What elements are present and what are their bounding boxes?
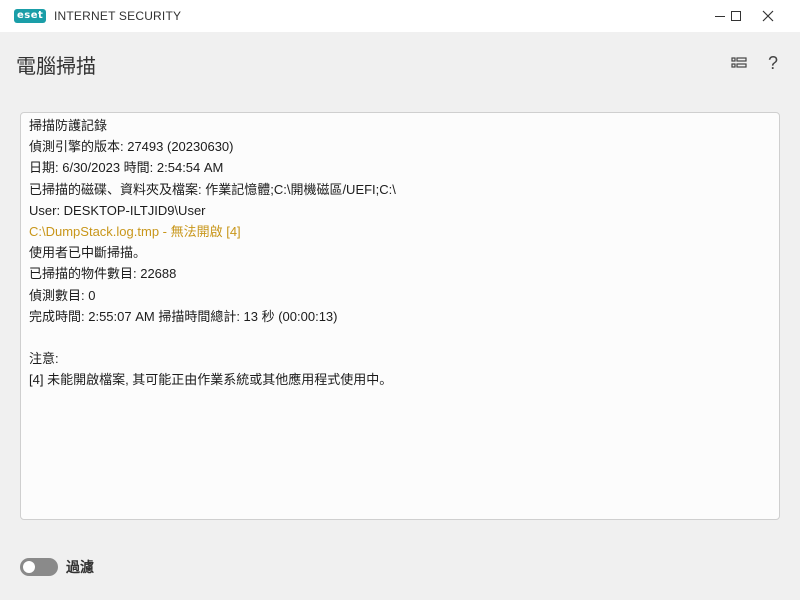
log-line: 注意: (29, 351, 59, 367)
close-button[interactable] (752, 0, 784, 32)
page-title: 電腦掃描 (16, 56, 96, 78)
layout-toggle-button[interactable] (728, 52, 750, 74)
help-icon: ? (767, 52, 778, 73)
filter-toggle[interactable] (20, 558, 58, 576)
toggle-knob (23, 561, 35, 573)
app-title: INTERNET SECURITY (54, 9, 182, 23)
log-line: 完成時間: 2:55:07 AM 掃描時間總計: 13 秒 (00:00:13) (29, 308, 338, 324)
log-line-warning: C:\DumpStack.log.tmp - 無法開啟 [4] (29, 223, 241, 239)
scan-log-panel[interactable]: 掃描防護記錄偵測引擎的版本: 27493 (20230630) 日期: 6/30/… (20, 112, 780, 520)
log-line: 偵測引擎的版本: 27493 (20230630) (29, 139, 234, 155)
log-line: 掃描防護記錄 (29, 118, 108, 133)
maximize-button[interactable] (720, 0, 752, 32)
log-line: 偵測數目: 0 (29, 287, 96, 303)
list-layout-icon (731, 57, 747, 68)
log-line: 使用者已中斷掃描。 (29, 245, 147, 261)
title-bar: eset INTERNET SECURITY (0, 0, 800, 32)
log-line: 已掃描的物件數目: 22688 (29, 266, 177, 282)
log-line: 已掃描的磁碟、資料夾及檔案: 作業記憶體;C:\開機磁區/UEFI;C:\ (29, 181, 396, 197)
close-icon (762, 10, 774, 22)
maximize-icon (731, 11, 741, 21)
filter-label: 過濾 (66, 559, 94, 575)
help-button[interactable]: ? (762, 52, 784, 74)
log-line: 日期: 6/30/2023 時間: 2:54:54 AM (29, 160, 224, 176)
log-line: [4] 未能開啟檔案, 其可能正由作業系統或其他應用程式使用中。 (29, 372, 393, 388)
eset-logo: eset (14, 9, 47, 23)
log-line: User: DESKTOP-ILTJID9\User (29, 202, 206, 218)
page-header: 電腦掃描 ? (0, 32, 800, 94)
